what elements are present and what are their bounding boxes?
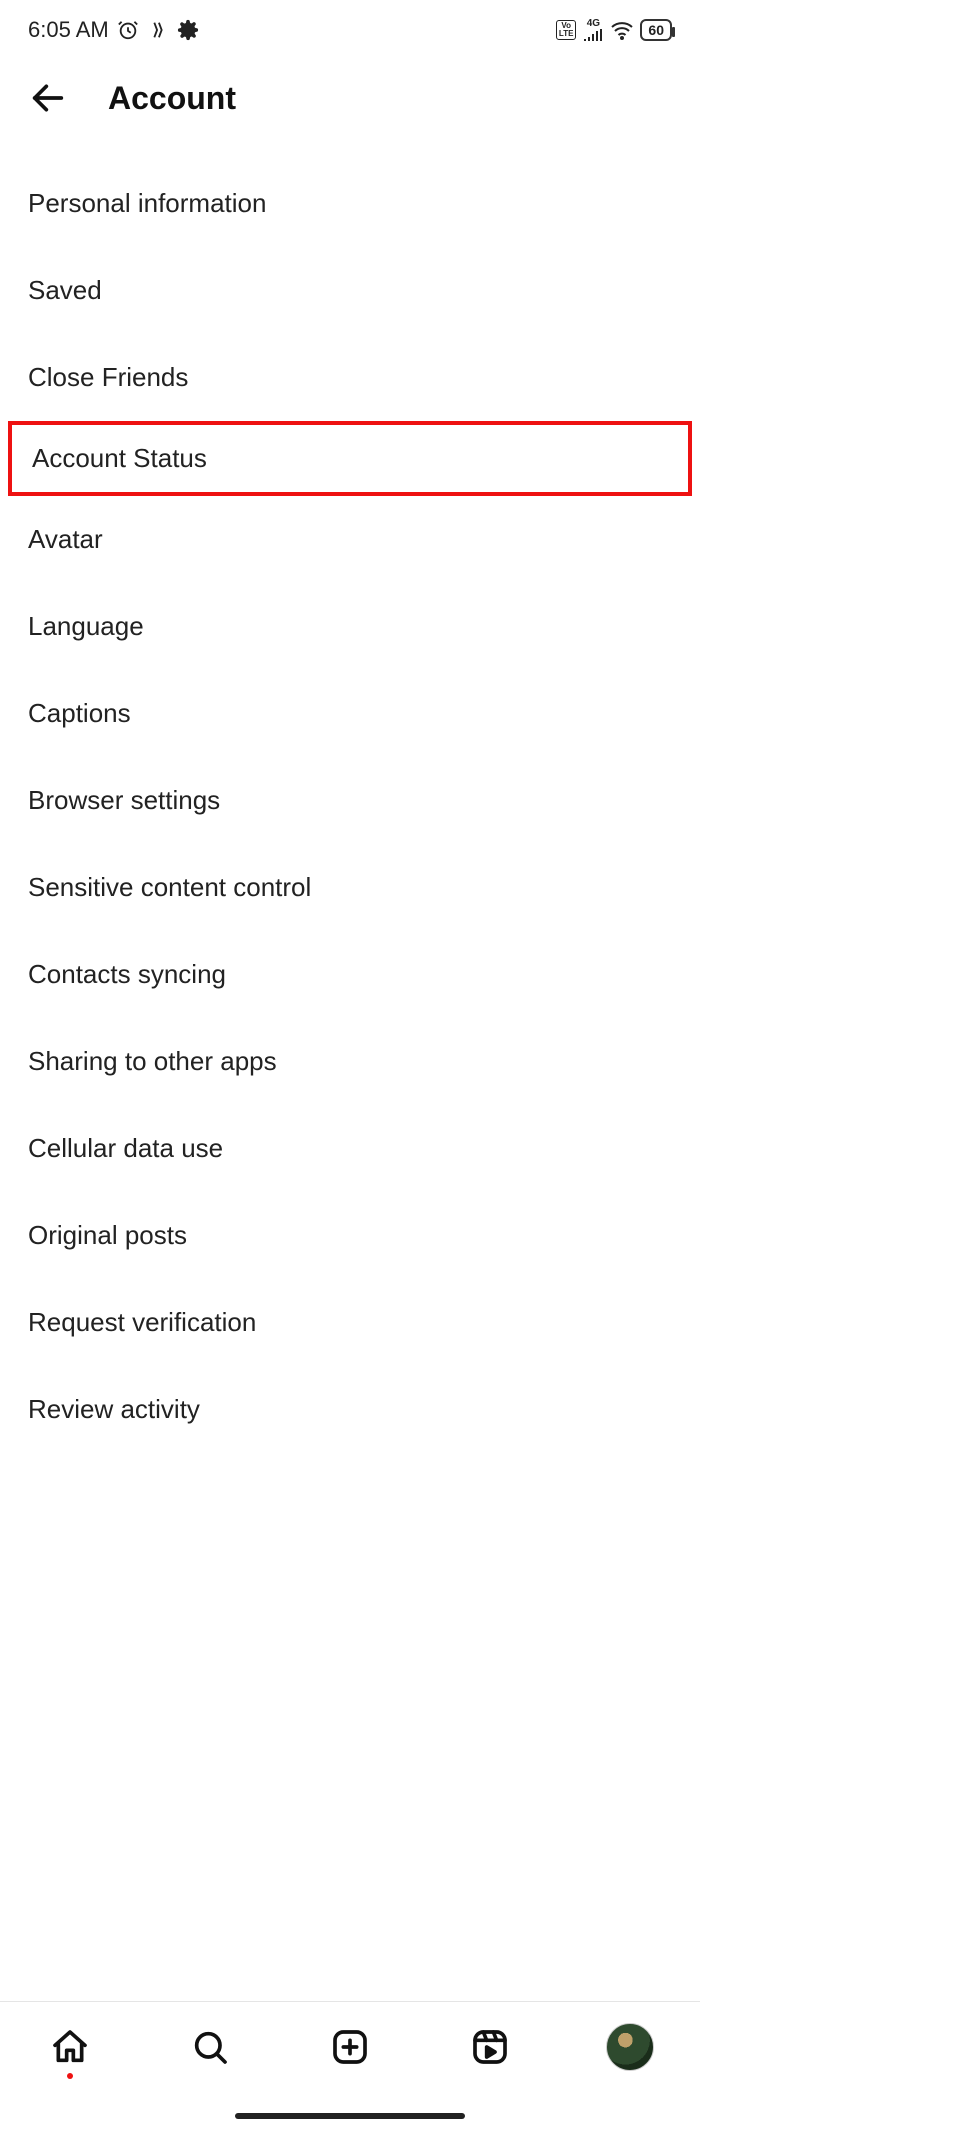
- menu-browser-settings[interactable]: Browser settings: [0, 757, 700, 844]
- status-time: 6:05 AM: [28, 17, 109, 43]
- settings-list: Personal information Saved Close Friends…: [0, 140, 700, 1453]
- menu-label: Language: [28, 611, 144, 641]
- menu-label: Sharing to other apps: [28, 1046, 277, 1076]
- page-title: Account: [108, 80, 236, 117]
- menu-label: Avatar: [28, 524, 103, 554]
- menu-label: Account Status: [32, 443, 207, 473]
- menu-sharing-to-other-apps[interactable]: Sharing to other apps: [0, 1018, 700, 1105]
- bottom-nav: [0, 2001, 700, 2091]
- network-indicator: 4G: [582, 19, 604, 41]
- wifi-icon: [610, 20, 634, 40]
- alarm-icon: [117, 19, 139, 41]
- menu-label: Contacts syncing: [28, 959, 226, 989]
- menu-review-activity[interactable]: Review activity: [0, 1366, 700, 1453]
- nav-search-button[interactable]: [184, 2021, 236, 2073]
- notification-dot-icon: [67, 2073, 73, 2079]
- menu-label: Close Friends: [28, 362, 188, 392]
- menu-language[interactable]: Language: [0, 583, 700, 670]
- menu-saved[interactable]: Saved: [0, 247, 700, 334]
- vibrate-icon: [147, 19, 169, 41]
- battery-indicator: 60: [640, 19, 672, 41]
- menu-label: Sensitive content control: [28, 872, 311, 902]
- menu-account-status[interactable]: Account Status: [8, 421, 692, 496]
- avatar-icon: [606, 2023, 654, 2071]
- page-header: Account: [0, 56, 700, 140]
- menu-personal-information[interactable]: Personal information: [0, 160, 700, 247]
- status-bar: 6:05 AM VoLTE 4G 60: [0, 0, 700, 56]
- menu-request-verification[interactable]: Request verification: [0, 1279, 700, 1366]
- menu-original-posts[interactable]: Original posts: [0, 1192, 700, 1279]
- nav-reels-button[interactable]: [464, 2021, 516, 2073]
- home-indicator: [235, 2113, 465, 2119]
- nav-profile-button[interactable]: [604, 2021, 656, 2073]
- menu-label: Original posts: [28, 1220, 187, 1250]
- menu-captions[interactable]: Captions: [0, 670, 700, 757]
- menu-label: Request verification: [28, 1307, 256, 1337]
- volte-icon: VoLTE: [556, 20, 577, 40]
- menu-label: Cellular data use: [28, 1133, 223, 1163]
- menu-contacts-syncing[interactable]: Contacts syncing: [0, 931, 700, 1018]
- nav-create-button[interactable]: [324, 2021, 376, 2073]
- menu-sensitive-content-control[interactable]: Sensitive content control: [0, 844, 700, 931]
- back-button[interactable]: [28, 78, 68, 118]
- menu-label: Browser settings: [28, 785, 220, 815]
- menu-label: Captions: [28, 698, 131, 728]
- menu-label: Personal information: [28, 188, 266, 218]
- nav-home-button[interactable]: [44, 2021, 96, 2073]
- settings-gear-icon: [177, 19, 199, 41]
- menu-close-friends[interactable]: Close Friends: [0, 334, 700, 421]
- menu-label: Review activity: [28, 1394, 200, 1424]
- menu-avatar[interactable]: Avatar: [0, 496, 700, 583]
- menu-cellular-data-use[interactable]: Cellular data use: [0, 1105, 700, 1192]
- menu-label: Saved: [28, 275, 102, 305]
